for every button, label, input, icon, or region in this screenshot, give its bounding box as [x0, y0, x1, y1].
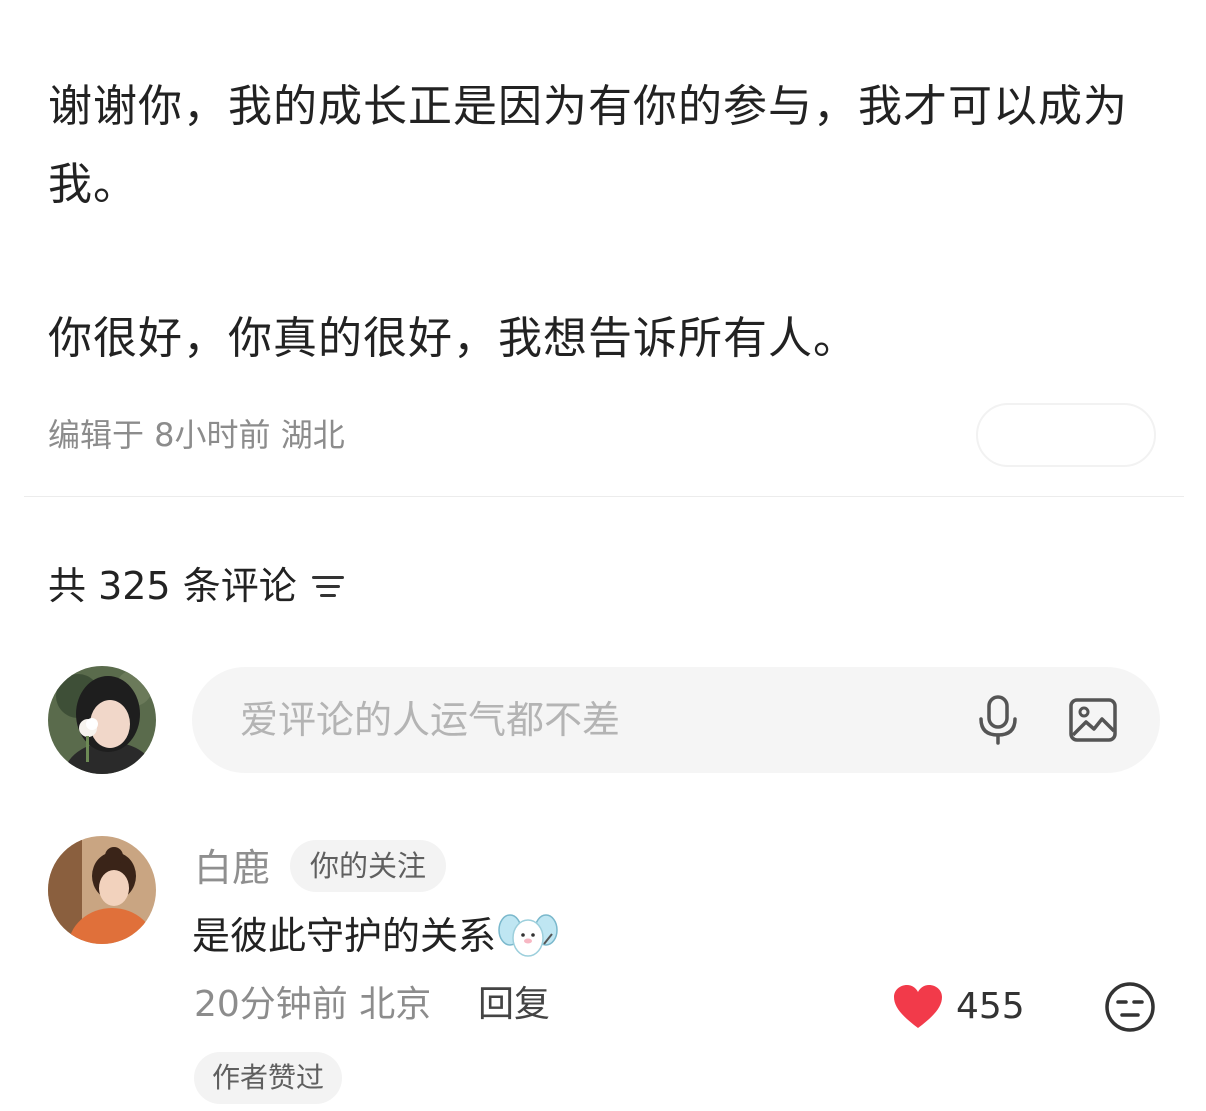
like-button[interactable]: 455 — [892, 978, 1025, 1036]
reply-button[interactable]: 回复 — [478, 978, 550, 1032]
emoji-reaction-icon[interactable] — [1104, 981, 1156, 1033]
faded-action-pill[interactable] — [976, 403, 1156, 467]
sort-icon[interactable] — [311, 571, 345, 601]
following-badge: 你的关注 — [290, 840, 447, 892]
post-body: 谢谢你，我的成长正是因为有你的参与，我才可以成为我。 你很好，你真的很好，我想告… — [48, 68, 1158, 378]
comment-input-placeholder: 爱评论的人运气都不差 — [240, 698, 621, 742]
image-icon[interactable] — [1068, 697, 1118, 743]
commenter-avatar[interactable] — [48, 836, 156, 944]
divider — [24, 496, 1184, 497]
post-paragraph-1: 谢谢你，我的成长正是因为有你的参与，我才可以成为我。 — [48, 81, 1128, 210]
comment-count-header: 共 325 条评论 — [48, 558, 345, 614]
post-meta: 编辑于 8小时前 湖北 — [48, 416, 345, 454]
heart-icon[interactable] — [892, 983, 944, 1031]
comment-input[interactable]: 爱评论的人运气都不差 — [192, 667, 1160, 773]
microphone-icon[interactable] — [974, 695, 1022, 745]
like-count: 455 — [956, 986, 1025, 1027]
comment-time-location: 20分钟前 北京 — [194, 984, 432, 1025]
my-avatar[interactable] — [48, 666, 156, 774]
post-paragraph-2: 你很好，你真的很好，我想告诉所有人。 — [48, 313, 858, 364]
winged-sheep-sticker-icon — [498, 914, 558, 957]
author-liked-badge: 作者赞过 — [194, 1052, 343, 1104]
comment-text: 是彼此守护的关系 — [192, 906, 558, 966]
comment-count-label: 共 325 条评论 — [48, 564, 297, 608]
commenter-username[interactable]: 白鹿 — [194, 840, 270, 896]
comment-text-content: 是彼此守护的关系 — [192, 914, 497, 958]
